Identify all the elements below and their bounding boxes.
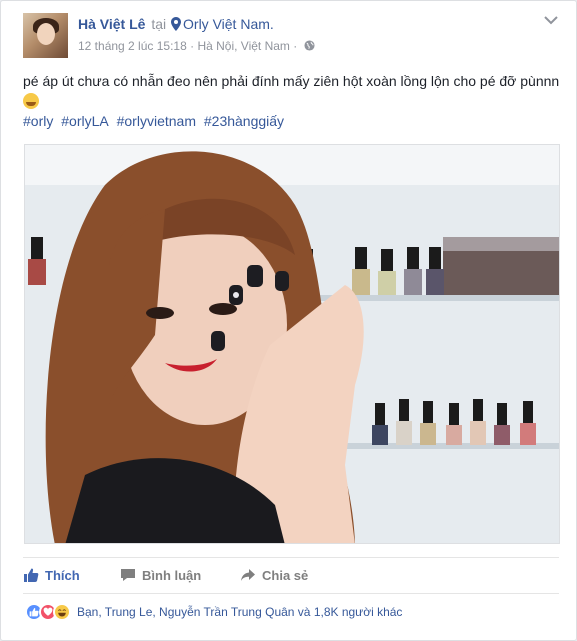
share-label: Chia sẻ — [262, 567, 309, 583]
post-card: Hà Việt Lê tại Orly Việt Nam. 12 tháng 2… — [0, 0, 577, 641]
chevron-down-icon[interactable] — [544, 15, 558, 25]
post-header: Hà Việt Lê tại Orly Việt Nam. 12 tháng 2… — [23, 13, 564, 58]
like-button[interactable]: Thích — [23, 567, 80, 583]
divider — [23, 593, 559, 594]
author-line: Hà Việt Lê tại Orly Việt Nam. — [78, 16, 274, 32]
post-text-block: pé áp út chưa có nhẫn đeo nên phải đính … — [23, 71, 563, 111]
haha-reaction-icon — [53, 603, 71, 621]
place-link[interactable]: Orly Việt Nam. — [183, 16, 274, 32]
hashtag-link[interactable]: #orly — [23, 113, 53, 129]
comment-icon — [121, 569, 135, 581]
hashtag-link[interactable]: #23hànggiấy — [204, 113, 284, 129]
comment-button[interactable]: Bình luận — [120, 567, 201, 583]
action-bar: Thích Bình luận Chia sẻ — [23, 563, 563, 587]
hashtag-link[interactable]: #orlyLA — [61, 113, 108, 129]
post-meta: 12 tháng 2 lúc 15:18 · Hà Nội, Việt Nam … — [78, 39, 315, 53]
share-icon — [241, 569, 255, 581]
post-location[interactable]: Hà Nội, Việt Nam — [197, 39, 289, 53]
meta-separator: · — [190, 39, 195, 53]
globe-icon[interactable] — [304, 40, 315, 51]
hashtag-list: #orly #orlyLA #orlyvietnam #23hànggiấy — [23, 113, 288, 129]
post-timestamp[interactable]: 12 tháng 2 lúc 15:18 — [78, 39, 187, 53]
reactions-summary[interactable]: Bạn, Trung Le, Nguyễn Trần Trung Quân và… — [25, 603, 402, 621]
hashtag-link[interactable]: #orlyvietnam — [117, 113, 196, 129]
divider — [23, 557, 559, 558]
meta-separator: · — [293, 39, 298, 53]
laughing-emoji-icon — [23, 93, 39, 109]
selfie-nail-polish-image — [25, 145, 559, 543]
post-text: pé áp út chưa có nhẫn đeo nên phải đính … — [23, 73, 560, 89]
reactions-text: Bạn, Trung Le, Nguyễn Trần Trung Quân và… — [77, 605, 403, 619]
comment-label: Bình luận — [142, 567, 202, 583]
at-word: tại — [151, 16, 167, 32]
thumbs-up-icon — [24, 568, 39, 582]
like-label: Thích — [45, 567, 80, 583]
author-avatar[interactable] — [23, 13, 68, 58]
share-button[interactable]: Chia sẻ — [240, 567, 308, 583]
author-name[interactable]: Hà Việt Lê — [78, 16, 145, 32]
post-photo[interactable] — [24, 144, 560, 544]
location-pin-icon — [171, 17, 182, 31]
